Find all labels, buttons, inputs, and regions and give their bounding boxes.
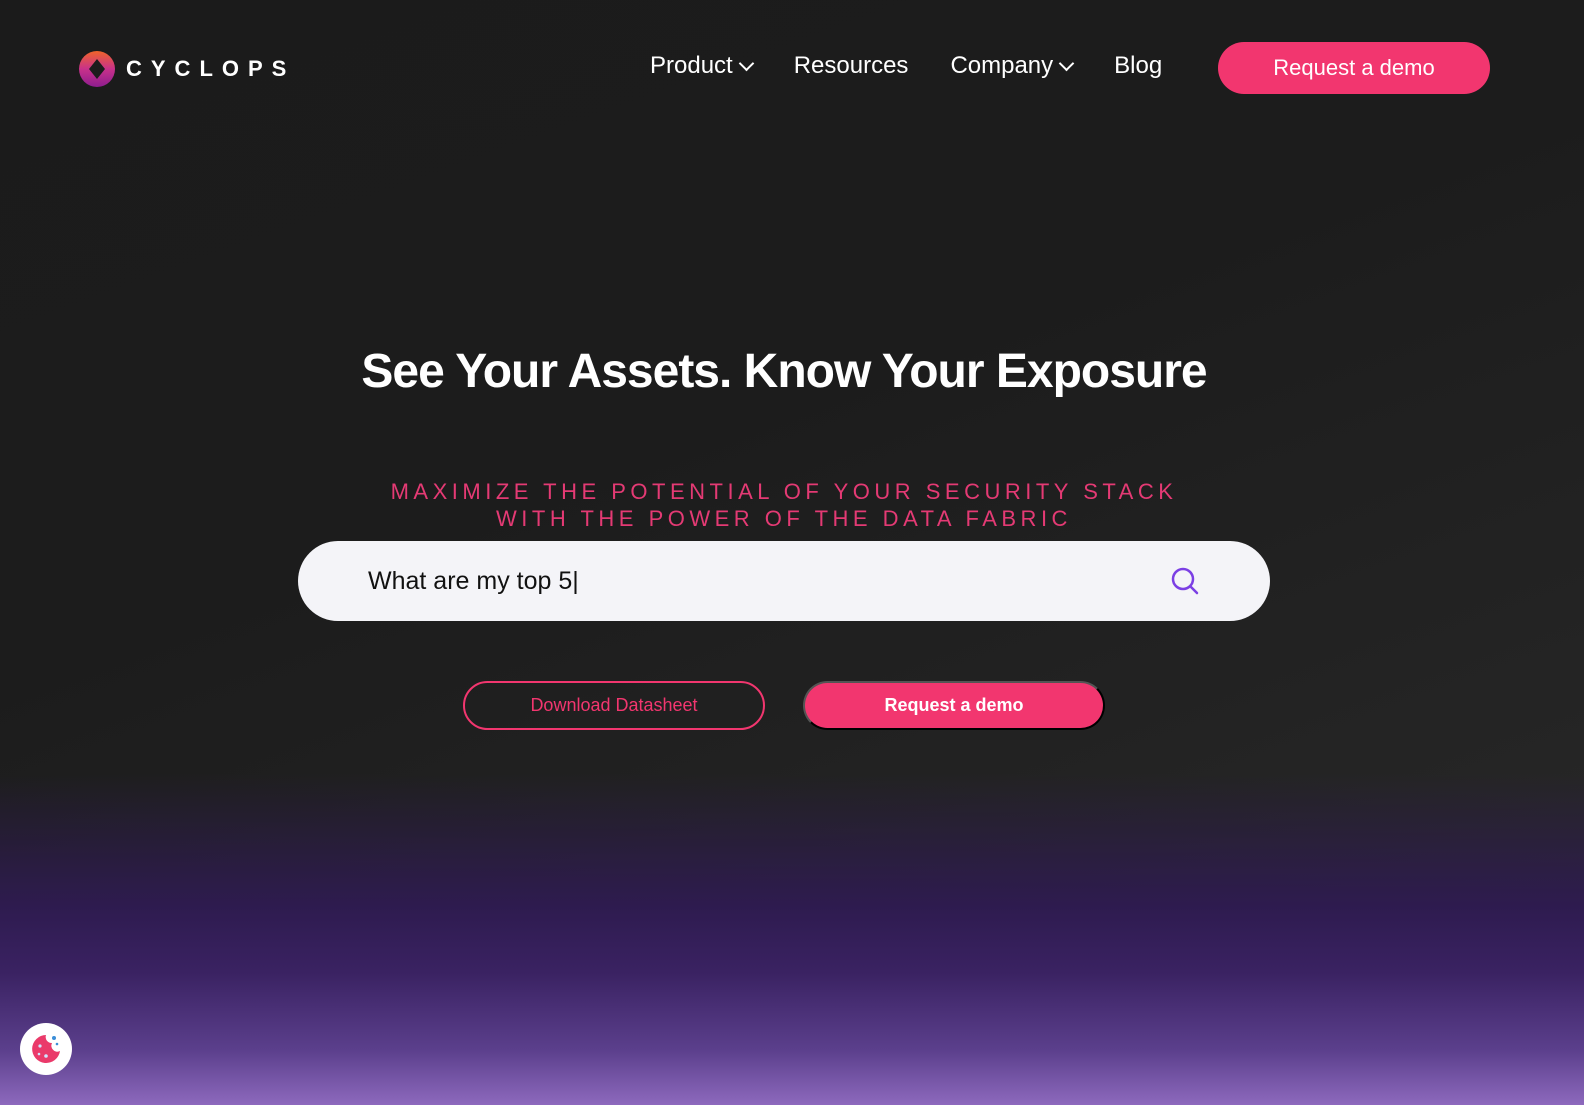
nav-label: Blog — [1114, 52, 1163, 79]
cyclops-logo-icon — [79, 51, 115, 87]
nav-blog[interactable]: Blog — [1114, 52, 1162, 80]
hero-title: See Your Assets. Know Your Exposure — [361, 345, 1207, 398]
nav-label: Product — [650, 52, 733, 79]
download-datasheet-button[interactable]: Download Datasheet — [463, 681, 765, 730]
chevron-down-icon — [738, 55, 754, 71]
nav-company[interactable]: Company — [950, 52, 1075, 80]
subtitle-line-1: MAXIMIZE THE POTENTIAL OF YOUR SECURITY … — [390, 479, 1178, 504]
cookie-icon — [32, 1035, 60, 1063]
nav-product[interactable]: Product — [650, 52, 754, 80]
brand-name: CYCLOPS — [126, 56, 296, 81]
nav-label: Resources — [793, 52, 909, 79]
search-bar — [298, 541, 1270, 621]
main-nav: Product Resources Company Blog — [650, 52, 1204, 80]
nav-label: Company — [950, 52, 1054, 79]
subtitle-line-2: WITH THE POWER OF THE DATA FABRIC — [496, 506, 1072, 531]
logo[interactable]: CYCLOPS — [78, 50, 295, 88]
request-demo-nav-button[interactable]: Request a demo — [1218, 42, 1490, 94]
search-input[interactable] — [368, 566, 1170, 596]
search-icon[interactable] — [1170, 566, 1200, 596]
cookie-settings-button[interactable] — [20, 1023, 72, 1075]
request-demo-button[interactable]: Request a demo — [803, 681, 1105, 730]
chevron-down-icon — [1058, 55, 1075, 71]
nav-resources[interactable]: Resources — [794, 52, 909, 80]
hero-subtitle: MAXIMIZE THE POTENTIAL OF YOUR SECURITY … — [0, 478, 1568, 532]
